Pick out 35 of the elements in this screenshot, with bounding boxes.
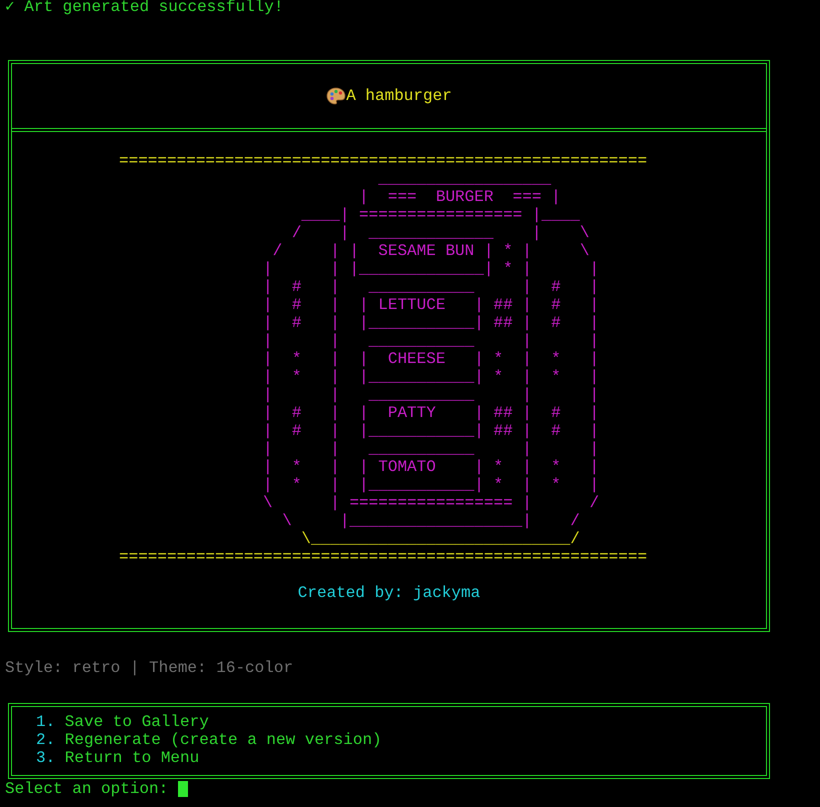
ascii-art-line: \___________________________/	[300, 530, 581, 548]
ascii-art-line: / | | SESAME BUN | * | \	[272, 242, 590, 260]
option-number: 1.	[36, 713, 56, 731]
ascii-art-line: \ |__________________| /	[281, 512, 581, 530]
ascii-art-line: | === BURGER === |	[358, 188, 562, 206]
option-number: 3.	[36, 749, 56, 767]
ascii-art-line: | * | | CHEESE | * | * |	[262, 350, 600, 368]
menu-option[interactable]: Regenerate (create a new version)	[64, 731, 382, 749]
ascii-art-line: | # | | PATTY | ## | # |	[262, 404, 600, 422]
prompt-text: Select an option:	[5, 780, 168, 798]
ascii-art-line: =======================================================	[119, 548, 647, 566]
ascii-art-line: | # | ___________ | # |	[262, 278, 600, 296]
ascii-art-line: | # | |___________| ## | # |	[262, 422, 600, 440]
option-number: 2.	[36, 731, 56, 749]
ascii-art-line: | * | |___________| * | * |	[262, 476, 600, 494]
ascii-art-line: __________________	[377, 170, 552, 188]
ascii-art-line: / | _____________ | \	[290, 224, 590, 242]
ascii-art-line: | | ___________ | |	[262, 386, 600, 404]
ascii-art-line: ____| ================= |____	[300, 206, 581, 224]
ascii-art-line: \ | ================= | /	[262, 494, 600, 512]
credit-text: Created by: jackyma	[298, 584, 480, 602]
palette-icon	[326, 87, 346, 105]
ascii-art-line: | # | |___________| ## | # |	[262, 314, 600, 332]
ascii-art-line: | | ___________ | |	[262, 440, 600, 458]
style-info: Style: retro | Theme: 16-color	[5, 659, 294, 677]
menu-option[interactable]: Save to Gallery	[64, 713, 209, 731]
ascii-art-line: | | ___________ | |	[262, 332, 600, 350]
text-cursor	[178, 781, 188, 797]
ascii-art-line: | * | |___________| * | * |	[262, 368, 600, 386]
ascii-art-line: | | |_____________| * | |	[262, 260, 600, 278]
ascii-art-line: | * | | TOMATO | * | * |	[262, 458, 600, 476]
art-title: A hamburger	[346, 87, 452, 105]
ascii-art-line: =======================================================	[119, 152, 647, 170]
ascii-art-line: | # | | LETTUCE | ## | # |	[262, 296, 600, 314]
menu-option[interactable]: Return to Menu	[64, 749, 200, 767]
